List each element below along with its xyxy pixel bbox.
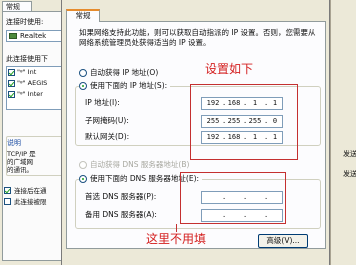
list-item[interactable]: "ᵍ" Int xyxy=(7,67,67,78)
gateway-label: 默认网关(D): xyxy=(85,132,130,141)
ip-address-label: IP 地址(I): xyxy=(85,98,120,107)
background-status-window: 发送 发送 xyxy=(330,0,356,265)
dns-highlight-box xyxy=(180,172,286,224)
annotation-pointer-line xyxy=(176,224,177,232)
no-fill-annotation: 这里不用填 xyxy=(146,232,207,246)
settings-annotation: 设置如下 xyxy=(205,62,254,76)
bg-sent-value: 发送 xyxy=(343,170,356,178)
bg-device-name: Realtek xyxy=(20,32,47,40)
list-item-label: "ᵍ" AEGIS xyxy=(17,79,48,87)
manual-ip-label: 使用下面的 IP 地址(S): xyxy=(90,81,168,90)
list-item-label: "ᵍ" Int xyxy=(17,68,37,76)
preferred-dns-label: 首选 DNS 服务器(P): xyxy=(85,192,157,201)
bg-description-text: TCP/IP 是 的广域网 的通讯。 xyxy=(7,150,36,174)
bg-items-list[interactable]: "ᵍ" Int "ᵍ" AEGIS "ᵍ" Inter xyxy=(6,66,68,110)
bg-sent-label: 发送 xyxy=(343,150,356,158)
auto-ip-radio[interactable]: 自动获得 IP 地址(O) xyxy=(79,68,158,78)
bg-items-label: 此连接使用下 xyxy=(6,55,48,63)
checkbox-label: 此连接被限 xyxy=(14,198,47,206)
radio-icon[interactable] xyxy=(79,69,87,77)
checkbox-icon[interactable] xyxy=(8,91,15,98)
bg-connect-using-label: 连接时使用: xyxy=(6,18,44,26)
bg-device-field: Realtek xyxy=(6,30,68,42)
radio-icon[interactable] xyxy=(79,161,87,169)
radio-icon[interactable] xyxy=(79,82,87,90)
list-item-label: "ᵍ" Inter xyxy=(17,90,43,98)
list-item[interactable]: "ᵍ" Inter xyxy=(7,89,67,100)
bg-description-heading: 说明 xyxy=(7,139,21,147)
settings-highlight-box xyxy=(190,84,298,160)
advanced-button[interactable]: 高级(V)... xyxy=(258,234,308,248)
auto-dns-radio[interactable]: 自动获得 DNS 服务器地址(B) xyxy=(79,160,189,170)
auto-ip-label: 自动获得 IP 地址(O) xyxy=(90,68,159,77)
subnet-mask-label: 子网掩码(U): xyxy=(85,116,129,125)
auto-dns-label: 自动获得 DNS 服务器地址(B) xyxy=(90,160,190,169)
manual-ip-radio[interactable]: 使用下面的 IP 地址(S): xyxy=(79,81,171,91)
ip-settings-description: 如果网络支持此功能，则可以获取自动指派的 IP 设置。否则，您需要从网络系统管理… xyxy=(79,28,316,47)
checkbox-label: 连接后在通 xyxy=(14,187,47,195)
alternate-dns-label: 备用 DNS 服务器(A): xyxy=(85,210,157,219)
checkbox-icon[interactable] xyxy=(4,198,11,205)
network-card-icon xyxy=(9,33,17,39)
tab-general[interactable]: 常规 xyxy=(66,9,100,22)
checkbox-icon[interactable] xyxy=(8,80,15,87)
checkbox-icon[interactable] xyxy=(4,187,11,194)
list-item[interactable]: "ᵍ" AEGIS xyxy=(7,78,67,89)
checkbox-icon[interactable] xyxy=(8,69,15,76)
radio-icon[interactable] xyxy=(79,175,87,183)
